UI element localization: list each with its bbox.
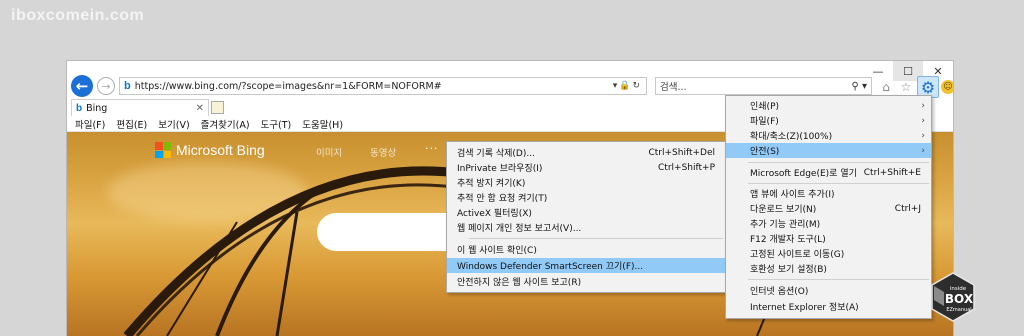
menu-item-inprivate[interactable]: InPrivate 브라우징(I) Ctrl+Shift+P [447,160,725,175]
menu-favorites[interactable]: 즐겨찾기(A) [201,117,250,131]
home-icon[interactable]: ⌂ [877,77,895,97]
address-bar[interactable]: b https://www.bing.com/?scope=images&nr=… [119,77,647,95]
menu-item-dev-tools[interactable]: F12 개발자 도구(L) [726,231,931,246]
logo-square-blue [155,150,163,158]
menu-item-do-not-track[interactable]: 추적 안 함 요청 켜기(T) [447,190,725,205]
menu-separator [469,238,723,239]
feedback-smiley-icon[interactable]: ☺ [941,80,953,94]
tab-close-icon[interactable]: ✕ [196,103,204,114]
menu-item-delete-history[interactable]: 검색 기록 삭제(D)... Ctrl+Shift+Del [447,145,725,160]
nav-images[interactable]: 이미지 [316,145,342,159]
menu-item-print[interactable]: 인쇄(P) › [726,98,931,113]
menu-item-zoom[interactable]: 확대/축소(Z)(100%) › [726,128,931,143]
menu-item-check-website[interactable]: 이 웹 사이트 확인(C) [447,242,725,257]
menu-item-add-site-app-view[interactable]: 앱 뷰에 사이트 추가(I) [726,186,931,201]
menu-item-view-downloads[interactable]: 다운로드 보기(N) Ctrl+J [726,201,931,216]
site-watermark: iboxcomein.com [11,7,145,24]
menu-item-privacy-report[interactable]: 웹 페이지 개인 정보 보고서(V)... [447,220,725,235]
menu-tools[interactable]: 도구(T) [261,117,292,131]
menu-separator [748,162,929,163]
tools-menu: 인쇄(P) › 파일(F) › 확대/축소(Z)(100%) › 안전(S) › Mic… [725,95,932,319]
menu-item-about-ie[interactable]: Internet Explorer 정보(A) [726,299,931,314]
menu-item-activex-filtering[interactable]: ActiveX 필터링(X) [447,205,725,220]
search-box[interactable]: 검색... ⚲ ▾ [655,77,872,95]
menu-item-manage-addons[interactable]: 추가 기능 관리(M) [726,216,931,231]
menu-item-compat-view[interactable]: 호환성 보기 설정(B) [726,261,931,276]
logo-square-green [163,142,171,150]
menu-item-safety[interactable]: 안전(S) › [726,143,931,158]
forward-arrow-icon[interactable]: → [97,77,115,95]
menu-view[interactable]: 보기(V) [158,117,189,131]
bing-tab-icon: b [76,102,83,114]
menu-item-tracking-protection[interactable]: 추적 방지 켜기(K) [447,175,725,190]
menu-separator [748,279,929,280]
tab-title: Bing [86,102,108,114]
badge-line-2: BOX [945,292,974,306]
menu-edit[interactable]: 편집(E) [116,117,147,131]
logo-square-yellow [163,150,171,158]
search-placeholder[interactable]: 검색... [660,79,851,93]
menu-item-internet-options[interactable]: 인터넷 옵션(O) [726,283,931,298]
address-actions-icon[interactable]: ▾🔒↻ [613,81,642,91]
menu-item-pinned-sites[interactable]: 고정된 사이트로 이동(G) [726,246,931,261]
nav-videos[interactable]: 동영상 [370,145,396,159]
menu-item-smartscreen-off[interactable]: Windows Defender SmartScreen 끄기(F)... [447,258,725,273]
menu-item-file[interactable]: 파일(F) › [726,113,931,128]
favorites-star-icon[interactable]: ☆ [897,77,915,97]
microsoft-logo-icon [155,142,171,158]
bing-favicon-icon: b [124,80,131,92]
logo-square-red [155,142,163,150]
url-text[interactable]: https://www.bing.com/?scope=images&nr=1&… [135,81,613,92]
bing-logo[interactable]: Microsoft Bing [155,142,265,158]
new-tab-icon[interactable] [211,101,224,114]
insidebox-logo: inside BOX EZmanual [931,272,975,322]
menu-file[interactable]: 파일(F) [75,117,105,131]
search-icon[interactable]: ⚲ ▾ [851,81,867,92]
menu-separator [748,183,929,184]
more-options-icon[interactable]: ··· [425,142,439,155]
menu-item-report-unsafe[interactable]: 안전하지 않은 웹 사이트 보고(R) [447,274,725,289]
menu-item-open-edge[interactable]: Microsoft Edge(E)로 열기 Ctrl+Shift+E [726,165,931,180]
badge-line-3: EZmanual [946,307,971,313]
safety-submenu: 검색 기록 삭제(D)... Ctrl+Shift+Del InPrivate 브… [446,141,726,293]
back-arrow-icon[interactable]: ← [71,75,93,97]
menu-help[interactable]: 도움말(H) [302,117,343,131]
bing-logo-text: Microsoft Bing [176,142,265,158]
tab-bing[interactable]: b Bing ✕ [71,99,209,116]
